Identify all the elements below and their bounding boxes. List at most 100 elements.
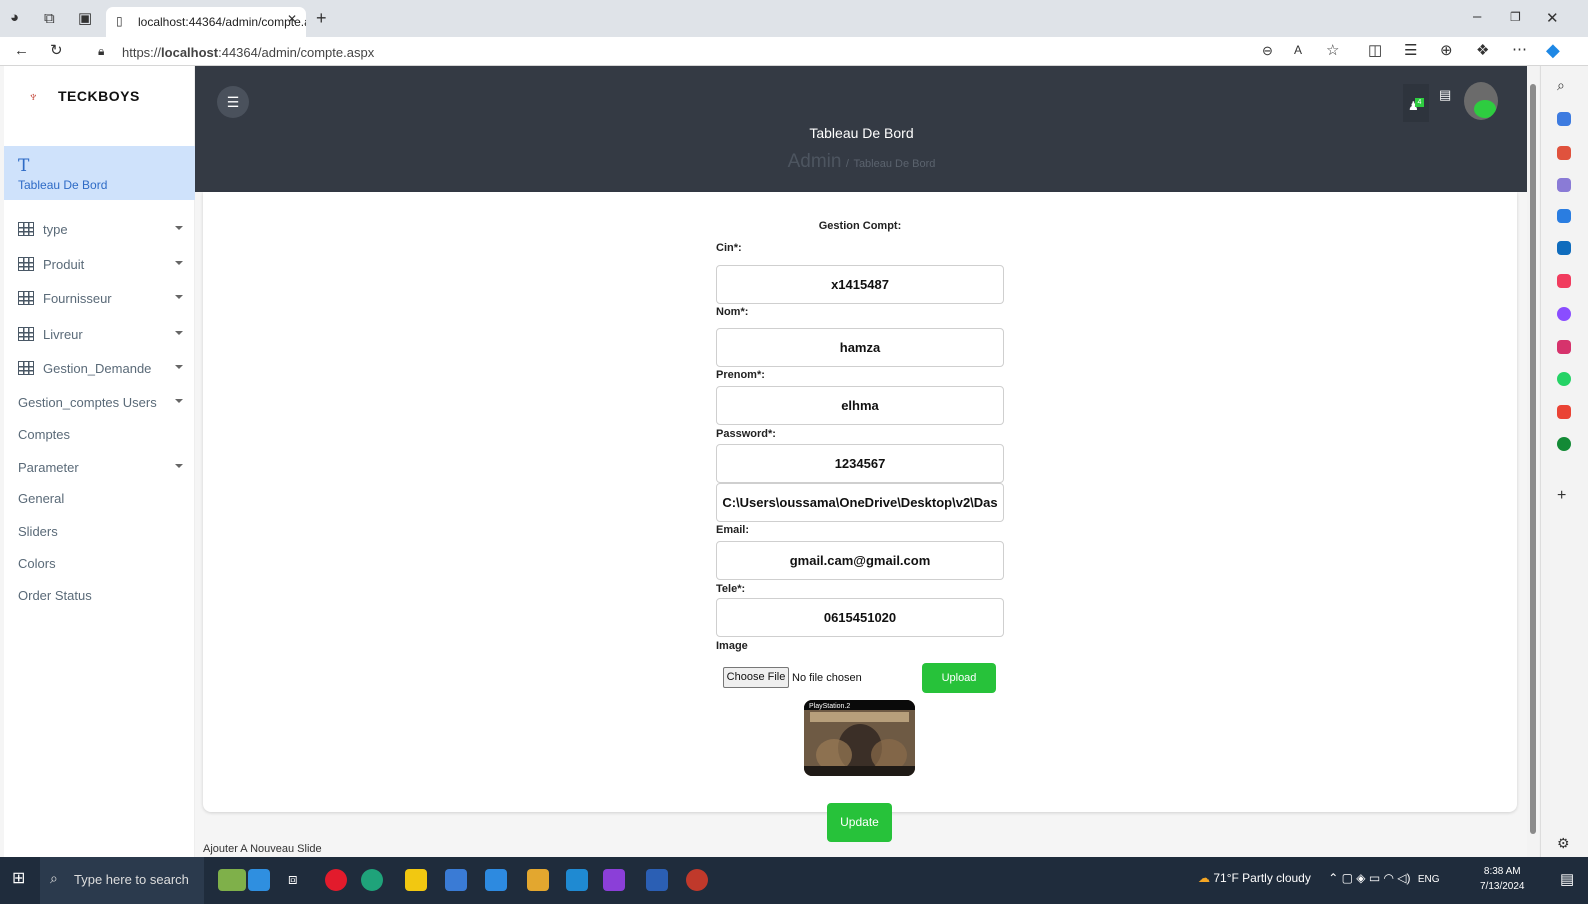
sidebar-item-produit[interactable]: Produit (18, 257, 183, 272)
zoom-icon[interactable]: ⊖ (1262, 44, 1273, 57)
nom-field[interactable]: hamza (716, 328, 1004, 367)
breadcrumb-root[interactable]: Admin (788, 151, 842, 172)
sidebar-item-dashboard[interactable]: T Tableau De Bord (4, 146, 195, 200)
sidebar-item-parameter[interactable]: Parameter (18, 460, 183, 475)
read-aloud-icon[interactable]: A (1294, 44, 1302, 56)
office-icon[interactable] (1557, 209, 1571, 223)
mail-icon[interactable] (485, 869, 507, 891)
games-icon[interactable] (1557, 178, 1571, 192)
browser-tab-bar: ◕ ⧉ ▣ ▯ localhost:44364/admin/compte.a ✕… (0, 0, 1588, 37)
gmail-icon[interactable] (1557, 405, 1571, 419)
caret-down-icon (175, 295, 183, 299)
email-field[interactable]: gmail.cam@gmail.com (716, 541, 1004, 580)
sidebar-item-colors[interactable]: Colors (18, 556, 183, 571)
windows-start-icon[interactable]: ⊞ (12, 871, 25, 887)
tray-icons[interactable]: ⌃ ▢ ◈ ▭ ◠ ◁) (1328, 871, 1410, 885)
back-icon[interactable]: ← (14, 43, 29, 58)
tab-close-icon[interactable]: ✕ (287, 13, 297, 25)
new-tab-icon[interactable]: + (316, 9, 327, 27)
sidebar-item-livreur[interactable]: Livreur (18, 327, 183, 342)
split-screen-icon[interactable]: ◫ (1368, 43, 1382, 58)
page-scrollbar[interactable] (1527, 66, 1539, 857)
sidebar-item-order-status[interactable]: Order Status (18, 588, 183, 603)
search-icon[interactable]: ⌕ (1557, 78, 1565, 92)
password-field[interactable]: 1234567 (716, 444, 1004, 483)
prenom-field[interactable]: elhma (716, 386, 1004, 425)
image-path-field[interactable]: C:\Users\oussama\OneDrive\Desktop\v2\Das (716, 483, 1004, 522)
collections-icon[interactable]: ⊕ (1440, 43, 1453, 58)
notifications-button[interactable]: ♟ 4 (1403, 84, 1429, 122)
page-title: Tableau De Bord (809, 125, 914, 141)
edge-icon[interactable] (361, 869, 383, 891)
url-prefix: https:// (122, 45, 162, 60)
sidebar-item-gestion-comptes[interactable]: Gestion_comptes Users (18, 395, 183, 410)
more-icon[interactable]: ⋯ (1512, 42, 1527, 57)
web-page: ♆ TECKBOYS T Tableau De Bord type Produit… (0, 66, 1528, 857)
extensions-icon[interactable]: ❖ (1476, 43, 1489, 58)
music-icon[interactable] (1557, 274, 1571, 288)
upload-button[interactable]: Upload (922, 663, 996, 693)
vscode-icon[interactable] (566, 869, 588, 891)
app-icon[interactable] (1557, 437, 1571, 451)
profile-icon[interactable]: ◕ (10, 10, 19, 25)
sidebar-item-label: Produit (43, 257, 85, 272)
tab-actions-icon[interactable]: ▣ (78, 11, 92, 26)
footer-link[interactable]: Ajouter A Nouveau Slide (203, 843, 322, 855)
notification-center-icon[interactable]: ▤ (1560, 872, 1574, 887)
opera-icon[interactable] (325, 869, 347, 891)
avatar[interactable] (1464, 82, 1498, 120)
minimize-icon[interactable]: – (1473, 9, 1481, 24)
weather-icon[interactable]: ☁ (1198, 871, 1210, 885)
word-icon[interactable] (646, 869, 668, 891)
workspaces-icon[interactable]: ⧉ (44, 11, 55, 26)
menu-toggle-button[interactable]: ☰ (217, 86, 249, 118)
brand[interactable]: ♆ TECKBOYS (28, 88, 140, 104)
tag-icon[interactable] (1557, 112, 1571, 126)
add-icon[interactable]: + (1557, 488, 1566, 504)
instagram-icon[interactable] (1557, 340, 1571, 354)
weather-text[interactable]: 71°F Partly cloudy (1213, 871, 1311, 885)
update-button[interactable]: Update (827, 803, 892, 842)
sidebar-item-type[interactable]: type (18, 222, 183, 237)
game-cover-art: PlayStation.2 (804, 700, 915, 776)
sidebar-item-comptes[interactable]: Comptes (18, 427, 183, 442)
scrollbar-thumb[interactable] (1530, 84, 1536, 834)
copilot-icon[interactable]: ◆ (1546, 41, 1560, 59)
paint-icon[interactable] (527, 869, 549, 891)
whatsapp-icon[interactable] (1557, 372, 1571, 386)
sidebar-item-fournisseur[interactable]: Fournisseur (18, 291, 183, 306)
visual-studio-icon[interactable] (603, 869, 625, 891)
sidebar-item-general[interactable]: General (18, 491, 183, 506)
sidebar-item-gestion-demande[interactable]: Gestion_Demande (18, 361, 183, 376)
favorites-list-icon[interactable]: ☰ (1404, 43, 1417, 58)
sidebar-item-sliders[interactable]: Sliders (18, 524, 183, 539)
url-field[interactable]: 🔒︎ https://localhost:44364/admin/compte.… (92, 41, 1342, 63)
refresh-icon[interactable]: ↻ (50, 43, 63, 58)
browser-tab[interactable]: ▯ localhost:44364/admin/compte.a (106, 7, 306, 37)
cin-field[interactable]: x1415487 (716, 265, 1004, 304)
table-icon (18, 327, 34, 341)
task-view-icon[interactable]: ⧈ (288, 872, 298, 887)
language-indicator[interactable]: ENG (1418, 874, 1440, 885)
app-red-icon[interactable] (686, 869, 708, 891)
file-explorer-icon[interactable] (405, 869, 427, 891)
shopping-icon[interactable] (1557, 146, 1571, 160)
widgets-icon[interactable] (218, 869, 246, 891)
url-path: :44364/admin/compte.aspx (218, 45, 375, 60)
store-icon[interactable] (445, 869, 467, 891)
tele-field[interactable]: 0615451020 (716, 598, 1004, 637)
favorite-icon[interactable]: ☆ (1326, 43, 1339, 58)
outlook-icon[interactable] (1557, 241, 1571, 255)
form-title: Gestion Compt: (818, 220, 902, 232)
clock[interactable]: 8:38 AM 7/13/2024 (1480, 864, 1525, 894)
restore-icon[interactable]: ❐ (1510, 11, 1521, 23)
people-icon[interactable] (248, 869, 270, 891)
close-window-icon[interactable]: ✕ (1546, 11, 1559, 26)
choose-file-button[interactable]: Choose File (723, 667, 789, 688)
settings-icon[interactable]: ⚙ (1557, 836, 1570, 850)
taskbar-search[interactable]: ⌕ Type here to search (40, 857, 204, 904)
table-icon (18, 291, 34, 305)
sidebar-item-label: General (18, 491, 65, 506)
messenger-icon[interactable] (1557, 307, 1571, 321)
messages-icon[interactable]: ▤ (1439, 88, 1451, 101)
